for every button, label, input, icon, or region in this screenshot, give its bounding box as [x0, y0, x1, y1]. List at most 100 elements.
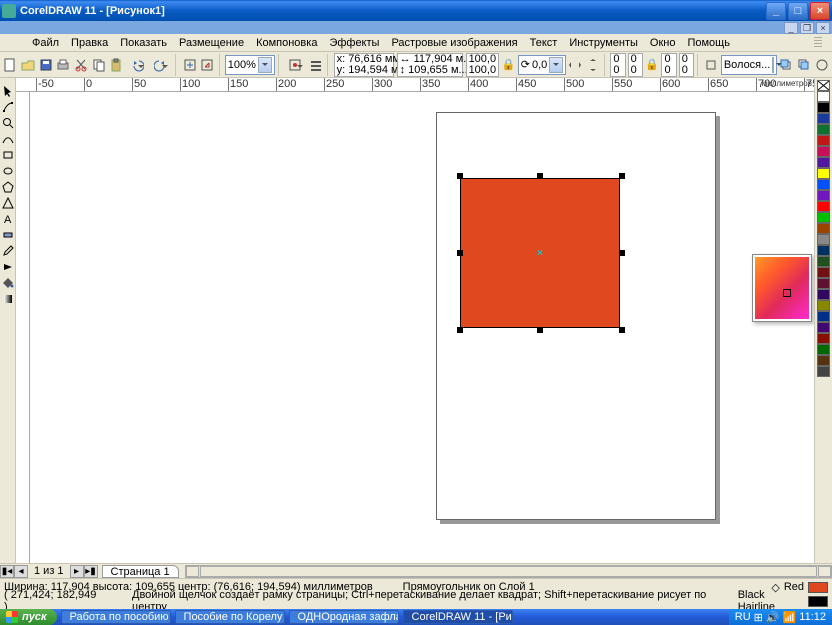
export-button[interactable] [199, 54, 216, 76]
menu-arrange[interactable]: Компоновка [256, 37, 317, 49]
scroll-thumb[interactable] [200, 566, 817, 577]
color-swatch[interactable] [817, 201, 830, 212]
color-swatch[interactable] [817, 223, 830, 234]
page-next-button[interactable]: ▸ [70, 565, 84, 578]
selection-center-icon[interactable]: × [537, 248, 543, 259]
chevron-down-icon[interactable] [549, 57, 562, 73]
eyedropper-tool[interactable] [1, 244, 15, 258]
handle-sw[interactable] [457, 327, 463, 333]
position-fields[interactable]: x: 76,616 мм y: 194,594 мм [334, 53, 394, 77]
print-button[interactable] [55, 54, 72, 76]
open-button[interactable] [20, 54, 37, 76]
taskbar-item-active[interactable]: CorelDRAW 11 - [Рис... [403, 610, 513, 624]
outline-indicator[interactable] [808, 596, 828, 607]
menu-tools[interactable]: Инструменты [569, 37, 638, 49]
import-button[interactable] [181, 54, 198, 76]
minimize-button[interactable]: _ [766, 2, 786, 20]
color-swatch[interactable] [817, 366, 830, 377]
paste-button[interactable] [108, 54, 125, 76]
color-flyout[interactable] [752, 254, 812, 322]
child-minimize-button[interactable]: _ [784, 22, 798, 34]
color-swatch[interactable] [817, 234, 830, 245]
mirror-v-button[interactable] [584, 54, 601, 76]
corner-tl[interactable]: 00 [610, 53, 625, 77]
handle-ne[interactable] [619, 173, 625, 179]
corner-br[interactable]: 00 [679, 53, 694, 77]
freehand-tool[interactable] [1, 132, 15, 146]
color-swatch[interactable] [817, 135, 830, 146]
color-swatch[interactable] [817, 168, 830, 179]
menu-help[interactable]: Помощь [687, 37, 730, 49]
maximize-button[interactable]: □ [788, 2, 808, 20]
cut-button[interactable] [73, 54, 90, 76]
horizontal-ruler[interactable]: миллиметров -500501001502002503003504004… [16, 78, 814, 92]
fill-tool[interactable] [1, 276, 15, 290]
no-fill-swatch[interactable] [817, 80, 830, 91]
menu-window[interactable]: Окно [650, 37, 676, 49]
corner-tr[interactable]: 00 [628, 53, 643, 77]
menu-file[interactable]: Файл [32, 37, 59, 49]
wrap-button[interactable] [703, 54, 720, 76]
color-swatch[interactable] [817, 256, 830, 267]
chevron-down-icon[interactable] [772, 57, 774, 73]
new-button[interactable] [2, 54, 19, 76]
zoom-tool[interactable] [1, 116, 15, 130]
color-swatch[interactable] [817, 179, 830, 190]
scale-fields[interactable]: 100,0 100,0 [466, 53, 500, 77]
handle-n[interactable] [537, 173, 543, 179]
start-button[interactable]: пуск [0, 609, 57, 625]
horizontal-scrollbar[interactable] [185, 565, 832, 578]
color-swatch[interactable] [817, 278, 830, 289]
interactive-fill-tool[interactable] [1, 292, 15, 306]
menu-effects[interactable]: Эффекты [329, 37, 379, 49]
redo-button[interactable] [149, 54, 172, 76]
color-swatch[interactable] [817, 124, 830, 135]
tray-lang[interactable]: RU [735, 611, 751, 623]
color-swatch[interactable] [817, 300, 830, 311]
taskbar-item[interactable]: Работа по пособию ... [61, 610, 171, 624]
ellipse-tool[interactable] [1, 164, 15, 178]
taskbar-item[interactable]: Пособие по Корелу ... [175, 610, 285, 624]
convert-curves-button[interactable] [813, 54, 830, 76]
size-fields[interactable]: ↔ 117,904 м... ↕ 109,655 м... [397, 53, 463, 77]
color-swatch[interactable] [817, 267, 830, 278]
zoom-combo[interactable]: 100% [225, 55, 275, 75]
copy-button[interactable] [90, 54, 107, 76]
handle-s[interactable] [537, 327, 543, 333]
vertical-ruler[interactable] [16, 92, 30, 578]
menu-layout[interactable]: Размещение [179, 37, 244, 49]
menu-bitmaps[interactable]: Растровые изображения [391, 37, 517, 49]
child-close-button[interactable]: × [816, 22, 830, 34]
handle-w[interactable] [457, 250, 463, 256]
menu-text[interactable]: Текст [530, 37, 558, 49]
shape-tool[interactable] [1, 100, 15, 114]
color-swatch[interactable] [817, 113, 830, 124]
color-swatch[interactable] [817, 344, 830, 355]
color-swatch[interactable] [817, 311, 830, 322]
round-lock-button[interactable]: 🔒 [644, 54, 661, 76]
rectangle-tool[interactable] [1, 148, 15, 162]
polygon-tool[interactable] [1, 180, 15, 194]
snap-button[interactable] [284, 54, 307, 76]
tray-icon[interactable]: 🔊 [766, 611, 780, 624]
page-first-button[interactable]: ▮◂ [0, 565, 14, 578]
menu-view[interactable]: Показать [120, 37, 167, 49]
color-swatch[interactable] [817, 91, 830, 102]
color-swatch[interactable] [817, 212, 830, 223]
pick-tool[interactable] [1, 84, 15, 98]
color-swatch[interactable] [817, 333, 830, 344]
scroll-left-button[interactable] [186, 566, 199, 577]
to-back-button[interactable] [796, 54, 813, 76]
close-button[interactable]: × [810, 2, 830, 20]
system-tray[interactable]: RU ⊞ 🔊 📶 11:12 [729, 609, 832, 625]
corner-bl[interactable]: 00 [661, 53, 676, 77]
page-last-button[interactable]: ▸▮ [84, 565, 98, 578]
save-button[interactable] [37, 54, 54, 76]
handle-nw[interactable] [457, 173, 463, 179]
color-swatch[interactable] [817, 190, 830, 201]
handle-se[interactable] [619, 327, 625, 333]
chevron-down-icon[interactable] [258, 57, 272, 73]
page-prev-button[interactable]: ◂ [14, 565, 28, 578]
tray-icon[interactable]: ⊞ [754, 611, 763, 624]
lock-ratio-button[interactable]: 🔒 [500, 54, 517, 76]
